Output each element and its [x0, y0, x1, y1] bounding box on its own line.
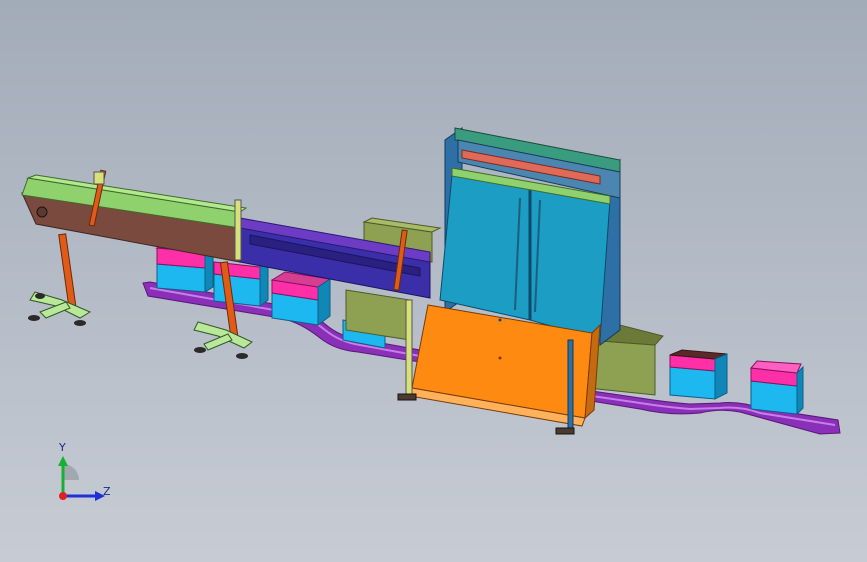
box-6 — [750, 360, 804, 416]
support-stand-left — [28, 233, 92, 326]
axis-z-label: Z — [103, 485, 111, 498]
box-3 — [270, 271, 332, 326]
axis-triad-graphic — [58, 456, 105, 501]
box-5 — [669, 349, 728, 400]
conveyor-post-2 — [234, 199, 242, 261]
axis-triad: Y Z — [45, 440, 125, 510]
axis-y-label: Y — [59, 441, 66, 454]
cad-viewport[interactable]: Y Z — [0, 0, 867, 562]
packing-machine — [397, 127, 621, 435]
conveyor-assembly-model[interactable] — [0, 0, 867, 562]
